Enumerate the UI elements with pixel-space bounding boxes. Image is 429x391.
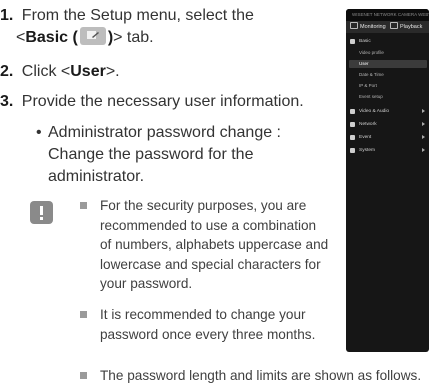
- menu-ip-port[interactable]: IP & Port: [359, 82, 377, 90]
- menu-system[interactable]: System: [346, 146, 429, 155]
- user-label: User: [70, 63, 106, 80]
- event-icon: [350, 135, 355, 140]
- step-text: From the Setup menu, select the: [21, 7, 254, 24]
- square-bullet: [80, 311, 87, 318]
- tab-playback[interactable]: Playback: [390, 21, 422, 33]
- menu-date-time[interactable]: Date & Time: [359, 71, 384, 79]
- monitor-icon: [350, 22, 358, 29]
- note-change-interval: It is recommended to change your passwor…: [80, 305, 330, 344]
- menu-basic[interactable]: Basic: [346, 37, 429, 46]
- square-bullet: [80, 202, 87, 209]
- note-icon: [30, 201, 53, 224]
- basic-tab-icon: [79, 27, 106, 45]
- device-screenshot: WISENET NETWORK CAMERA WEBVIEWER Monitor…: [346, 9, 429, 352]
- step-1: 1. From the Setup menu, select the <Basi…: [0, 7, 254, 46]
- video-audio-icon: [350, 109, 355, 114]
- chevron-right-icon: [422, 109, 425, 113]
- step-2: 2. Click <User>.: [0, 63, 120, 80]
- device-title: WISENET NETWORK CAMERA WEBVIEWER: [346, 9, 429, 21]
- menu-network[interactable]: Network: [346, 120, 429, 129]
- network-icon: [350, 122, 355, 127]
- note-security: For the security purposes, you are recom…: [80, 196, 330, 294]
- square-bullet: [80, 372, 87, 379]
- admin-password-bullet: • Administrator password change : Change…: [36, 124, 281, 185]
- step-number: 1.: [0, 7, 14, 24]
- basic-tab-label: Basic (: [25, 29, 78, 46]
- step-number: 3.: [0, 93, 14, 110]
- step-3: 3. Provide the necessary user informatio…: [0, 91, 304, 113]
- tab-monitoring[interactable]: Monitoring: [350, 21, 386, 33]
- step-text: Provide the necessary user information.: [21, 93, 304, 110]
- menu-video-audio[interactable]: Video & Audio: [346, 107, 429, 116]
- menu-event[interactable]: Event: [346, 133, 429, 142]
- menu-video-profile[interactable]: Video profile: [359, 49, 384, 57]
- system-icon: [350, 148, 355, 153]
- menu-event-setup[interactable]: Event setup: [359, 93, 383, 101]
- playback-icon: [390, 22, 398, 29]
- step-number: 2.: [0, 63, 14, 80]
- bullet-dot: •: [36, 124, 42, 141]
- basic-icon: [350, 39, 355, 44]
- note-length-limits: The password length and limits are shown…: [80, 366, 429, 386]
- chevron-right-icon: [422, 135, 425, 139]
- device-tabbar: Monitoring Playback: [346, 21, 429, 33]
- chevron-right-icon: [422, 122, 425, 126]
- menu-user[interactable]: User: [349, 60, 427, 68]
- chevron-right-icon: [422, 148, 425, 152]
